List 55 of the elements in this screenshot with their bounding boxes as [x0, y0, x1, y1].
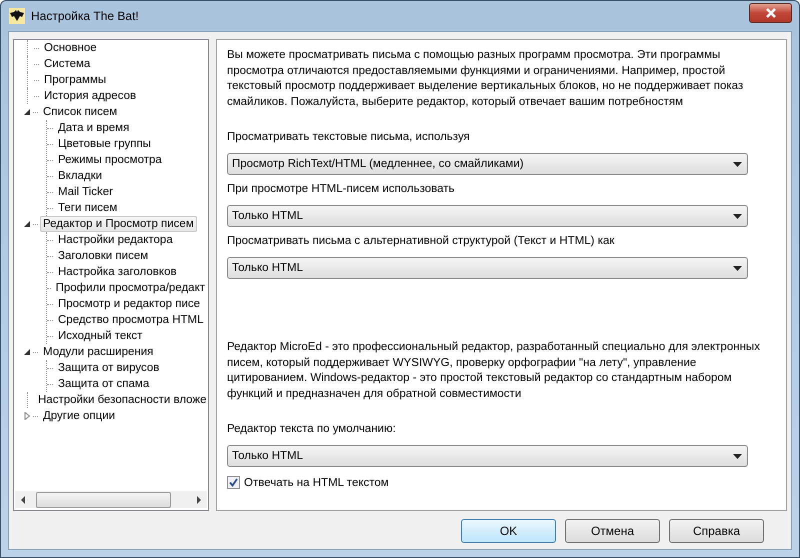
checkbox[interactable] [227, 476, 240, 489]
dropdown[interactable]: Только HTML [227, 257, 748, 279]
checkbox-label: Отвечать на HTML текстом [244, 476, 389, 488]
expand-arrow-icon[interactable] [23, 412, 31, 420]
tree-item[interactable]: Режимы просмотра [55, 152, 165, 168]
tree-item[interactable]: Заголовки писем [55, 248, 152, 264]
dialog-button[interactable]: OK [461, 519, 556, 543]
tree-item[interactable]: Модули расширения [40, 344, 156, 360]
collapse-arrow-icon[interactable] [23, 348, 31, 356]
tree-item[interactable]: Защита от спама [55, 376, 152, 392]
tree-item[interactable]: Профили просмотра/редакт [52, 280, 208, 296]
tree-item[interactable]: Цветовые группы [55, 136, 154, 152]
tree-item[interactable]: Mail Ticker [55, 184, 116, 200]
scroll-right-icon[interactable] [196, 496, 202, 504]
tree-item[interactable]: Просмотр и редактор писе [55, 296, 204, 312]
tree-item[interactable]: Программы [41, 72, 110, 88]
tree-item[interactable]: Другие опции [40, 408, 118, 424]
dropdown-arrow-icon [733, 266, 742, 270]
tree-item[interactable]: Дата и время [55, 120, 132, 136]
collapse-arrow-icon[interactable] [23, 220, 31, 228]
close-icon [764, 8, 776, 18]
description-text: Вы можете просматривать письма с помощью разных программ просмотра. Эти программы просмотра отличаются предоставляемыми функциями и ограничениями. Например, простой текстовый просмотр поддерживает выделение вертикальных блоков, но не поддерживает показ смайликов. Пожалуйста, выберите редактор, который отвечает вашим потребностям [227, 48, 744, 110]
bat-icon [9, 8, 25, 24]
tree-item[interactable]: Вкладки [55, 168, 106, 184]
dialog-button[interactable]: Отмена [565, 519, 660, 543]
scroll-left-icon[interactable] [20, 496, 26, 504]
tree-item[interactable]: Настройки безопасности вложе [35, 392, 208, 408]
tree-item[interactable]: Настройка заголовков [55, 264, 180, 280]
dropdown[interactable]: Только HTML [227, 205, 748, 227]
tree-item[interactable]: Теги писем [55, 200, 120, 216]
dropdown[interactable]: Просмотр RichText/HTML (медленнее, со смайликами) [227, 153, 748, 175]
tree-item[interactable]: Исходный текст [55, 328, 146, 344]
close-button[interactable] [749, 3, 792, 23]
horizontal-scrollbar[interactable] [15, 491, 207, 508]
dropdown-arrow-icon [733, 214, 742, 218]
tree-item[interactable]: История адресов [41, 88, 140, 104]
field-label: При просмотре HTML-писем использовать [227, 182, 456, 196]
window-title: Настройка The Bat! [31, 9, 139, 23]
field-label: Редактор текста по умолчанию: [227, 422, 397, 436]
tree-item[interactable]: Основное [41, 40, 100, 56]
field-label: Просматривать текстовые письма, используя [227, 130, 471, 144]
tree-item[interactable]: Редактор и Просмотр писем [40, 216, 197, 232]
tree-item[interactable]: Список писем [40, 104, 120, 120]
dropdown-arrow-icon [733, 162, 742, 166]
tree-item[interactable]: Защита от вирусов [55, 360, 162, 376]
dialog-button[interactable]: Справка [669, 519, 764, 543]
description-text: Редактор MicroEd - это профессиональный редактор, разработанный специально для электронных писем, который поддерживает WYSIWYG, проверку орфографии "на лету", управление цитированием. Windows-редактор - это простой текстовый редактор со стандартным набором функций и предназначен для обратной совместимости [227, 340, 761, 402]
dropdown-arrow-icon [733, 454, 742, 458]
tree-item[interactable]: Настройки редактора [55, 232, 176, 248]
collapse-arrow-icon[interactable] [23, 108, 31, 116]
tree-item[interactable]: Средство просмотра HTML [55, 312, 207, 328]
tree-item[interactable]: Система [41, 56, 94, 72]
scrollbar-thumb[interactable] [36, 492, 171, 508]
dropdown[interactable]: Только HTML [227, 445, 748, 467]
field-label: Просматривать письма с альтернативной структурой (Текст и HTML) как [227, 234, 616, 248]
